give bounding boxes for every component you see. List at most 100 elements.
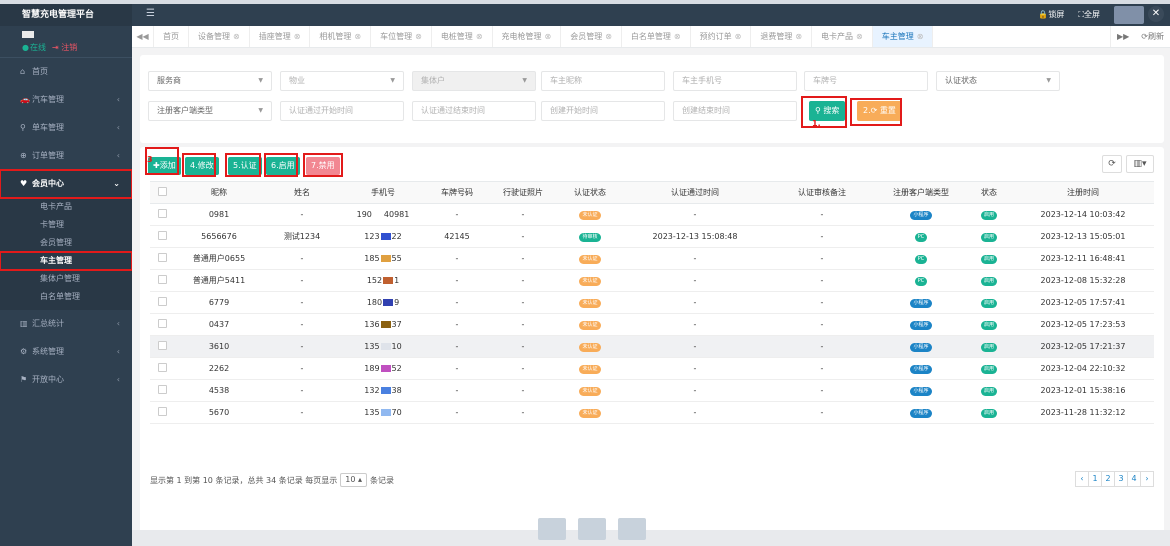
row-checkbox[interactable]: [157, 297, 167, 306]
column-header-1[interactable]: 姓名: [264, 181, 340, 204]
auth-start-time-input[interactable]: 认证通过开始时间: [280, 101, 404, 121]
tab-3[interactable]: 车位管理 ⊗: [371, 26, 432, 47]
sidebar-subitem-3[interactable]: 车主管理: [0, 251, 133, 271]
sidebar-subitem-1[interactable]: 卡管理: [0, 216, 132, 234]
column-header-8[interactable]: 注册客户端类型: [876, 181, 966, 204]
row-checkbox[interactable]: [157, 363, 167, 372]
menu-toggle-icon[interactable]: ☰: [146, 8, 155, 19]
auth-status-select[interactable]: 认证状态 ▼: [936, 71, 1060, 91]
tab-4[interactable]: 电桩管理 ⊗: [432, 26, 493, 47]
tab-close-icon[interactable]: ⊗: [354, 32, 361, 41]
tab-9[interactable]: 退费管理 ⊗: [751, 26, 813, 47]
sidebar-item-1[interactable]: 🚗 汽车管理 ‹: [0, 86, 132, 114]
sidebar-item-3[interactable]: ⊕ 订单管理 ‹: [0, 142, 132, 170]
sidebar-subitem-2[interactable]: 会员管理: [0, 234, 132, 252]
dock-icon-3[interactable]: [618, 518, 646, 540]
table-row[interactable]: 4538-132 38- - 未认证 - - 小程序 启用 2023-12-01 15:38:1…: [150, 379, 1154, 402]
owner-nickname-input[interactable]: 车主昵称: [541, 71, 665, 91]
column-header-3[interactable]: 车牌号码: [426, 181, 488, 204]
page-button-5[interactable]: ›: [1140, 471, 1154, 487]
tab-close-icon[interactable]: ⊗: [476, 32, 483, 41]
sidebar-item-2[interactable]: ⚲ 单车管理 ‹: [0, 114, 132, 142]
column-header-7[interactable]: 认证审核备注: [768, 181, 876, 204]
column-header-2[interactable]: 手机号: [340, 181, 426, 204]
page-button-4[interactable]: 4: [1127, 471, 1141, 487]
table-row[interactable]: 0981-190 40981- - 未认证 - - 小程序 启用 2023-12-14 10:0…: [150, 203, 1154, 226]
columns-toggle-icon[interactable]: ▥▾: [1126, 155, 1154, 173]
refresh-table-icon[interactable]: ⟳: [1102, 155, 1122, 173]
tab-close-icon[interactable]: ⊗: [233, 32, 240, 41]
tab-close-icon[interactable]: ⊗: [605, 32, 612, 41]
header-avatar[interactable]: [1114, 6, 1144, 24]
create-start-time-input[interactable]: 创建开始时间: [541, 101, 665, 121]
auth-end-time-input[interactable]: 认证通过结束时间: [412, 101, 536, 121]
row-checkbox[interactable]: [157, 275, 167, 284]
row-checkbox[interactable]: [157, 231, 167, 240]
table-row[interactable]: 普通用户0655-185 55- - 未认证 - - PC 启用 2023-12-11 16:4…: [150, 247, 1154, 270]
row-checkbox[interactable]: [157, 253, 167, 262]
table-row[interactable]: 6779-180 9- - 未认证 - - 小程序 启用 2023-12-05 17:57:41: [150, 291, 1154, 314]
logout-link[interactable]: ⇥ 注销: [52, 42, 77, 53]
table-row[interactable]: 5656676 测试1234 123 22 42145- 待审核 2023-12-13 15…: [150, 225, 1154, 248]
tab-close-icon[interactable]: ⊗: [294, 32, 301, 41]
tab-close-icon[interactable]: ⊗: [795, 32, 802, 41]
tab-home[interactable]: 首页: [154, 26, 189, 47]
table-row[interactable]: 2262-189 52- - 未认证 - - 小程序 启用 2023-12-04 22:10:3…: [150, 357, 1154, 380]
tab-10[interactable]: 电卡产品 ⊗: [812, 26, 873, 47]
column-header-6[interactable]: 认证通过时间: [622, 181, 768, 204]
tab-close-icon[interactable]: ⊗: [917, 32, 924, 41]
owner-phone-input[interactable]: 车主手机号: [673, 71, 797, 91]
plate-number-input[interactable]: 车牌号: [804, 71, 928, 91]
tab-1[interactable]: 插座管理 ⊗: [250, 26, 311, 47]
tab-close-icon[interactable]: ⊗: [856, 32, 863, 41]
sidebar-item-7[interactable]: ⚑ 开放中心 ‹: [0, 366, 132, 394]
tab-7[interactable]: 白名单管理 ⊗: [622, 26, 691, 47]
table-row[interactable]: 0437-136 37- - 未认证 - - 小程序 启用 2023-12-05 17:23:5…: [150, 313, 1154, 336]
property-select[interactable]: 物业 ▼: [280, 71, 404, 91]
page-size-select[interactable]: 10 ▴: [340, 473, 367, 487]
tab-close-icon[interactable]: ⊗: [415, 32, 422, 41]
page-button-1[interactable]: 1: [1088, 471, 1102, 487]
page-button-2[interactable]: 2: [1101, 471, 1115, 487]
sidebar-item-6[interactable]: ⚙ 系统管理 ‹: [0, 338, 132, 366]
sidebar-subitem-0[interactable]: 电卡产品: [0, 198, 132, 216]
sidebar-item-5[interactable]: ▥ 汇总统计 ‹: [0, 310, 132, 338]
lock-screen-button[interactable]: 🔒锁屏: [1038, 9, 1064, 20]
tab-close-icon[interactable]: ⊗: [674, 32, 681, 41]
row-checkbox[interactable]: [157, 407, 167, 416]
tab-6[interactable]: 会员管理 ⊗: [561, 26, 622, 47]
refresh-button[interactable]: ⟳刷新: [1141, 31, 1164, 42]
close-icon[interactable]: ✕: [1148, 6, 1164, 22]
row-checkbox[interactable]: [157, 385, 167, 394]
table-row[interactable]: 5670-135 70- - 未认证 - - 小程序 启用 2023-11-28 11:32:1…: [150, 401, 1154, 424]
table-row[interactable]: 3610-135 10- - 未认证 - - 小程序 启用 2023-12-05 17:21:3…: [150, 335, 1154, 358]
avatar[interactable]: [22, 31, 34, 38]
fullscreen-button[interactable]: ⛶全屏: [1078, 9, 1100, 20]
row-checkbox[interactable]: [157, 319, 167, 328]
tab-8[interactable]: 预约订单 ⊗: [691, 26, 752, 47]
column-header-5[interactable]: 认证状态: [558, 181, 622, 204]
page-button-0[interactable]: ‹: [1075, 471, 1089, 487]
tab-5[interactable]: 充电枪管理 ⊗: [493, 26, 562, 47]
row-checkbox[interactable]: [157, 341, 167, 350]
client-type-select[interactable]: 注册客户端类型 ▼: [148, 101, 272, 121]
create-end-time-input[interactable]: 创建结束时间: [673, 101, 797, 121]
tab-close-icon[interactable]: ⊗: [735, 32, 742, 41]
table-row[interactable]: 普通用户5411-152 1- - 未认证 - - PC 启用 2023-12-08 15:32…: [150, 269, 1154, 292]
tab-close-icon[interactable]: ⊗: [545, 32, 552, 41]
tab-2[interactable]: 相机管理 ⊗: [310, 26, 372, 47]
dock-icon-2[interactable]: [578, 518, 606, 540]
dock-icon-1[interactable]: [538, 518, 566, 540]
column-header-0[interactable]: 昵称: [174, 181, 264, 204]
tab-11[interactable]: 车主管理 ⊗: [872, 26, 934, 47]
tab-0[interactable]: 设备管理 ⊗: [189, 26, 250, 47]
sidebar-subitem-4[interactable]: 集体户管理: [0, 270, 132, 288]
sidebar-item-0[interactable]: ⌂ 首页: [0, 58, 132, 86]
service-provider-select[interactable]: 服务商 ▼: [148, 71, 272, 91]
sidebar-item-4[interactable]: ♥ 会员中心 ⌄: [0, 169, 133, 199]
row-checkbox[interactable]: [157, 209, 167, 218]
tab-scroll-right-icon[interactable]: ▶▶: [1117, 32, 1129, 41]
page-button-3[interactable]: 3: [1114, 471, 1128, 487]
collective-select[interactable]: 集体户 ▼: [412, 71, 536, 91]
column-header-4[interactable]: 行驶证照片: [488, 181, 558, 204]
